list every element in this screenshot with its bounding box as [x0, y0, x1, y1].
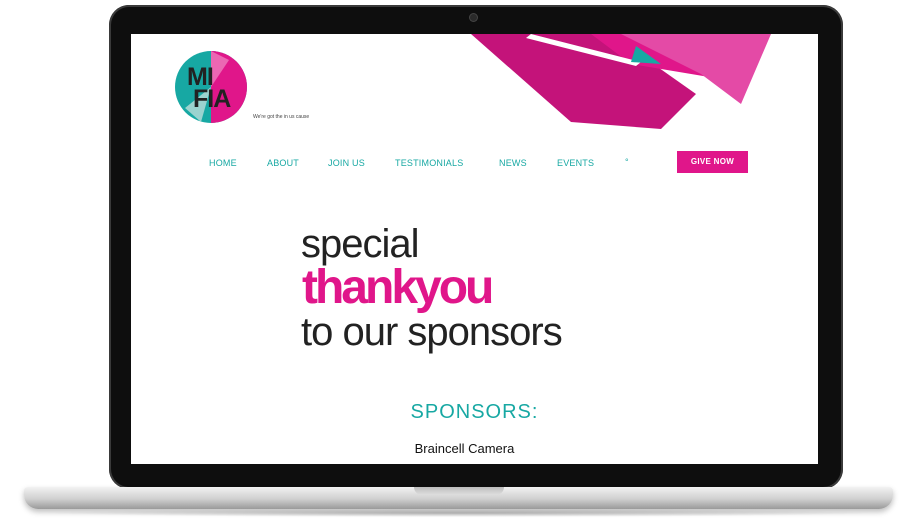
nav-testimonials[interactable]: TESTIMONIALS [395, 158, 463, 168]
mifia-logo[interactable]: MI FIA We're got the in us cause [171, 48, 309, 126]
nav-join-us[interactable]: JOIN US [328, 158, 365, 168]
nav-home[interactable]: HOME [209, 158, 237, 168]
laptop-notch [414, 487, 504, 495]
webcam-icon [470, 14, 477, 21]
nav-about[interactable]: ABOUT [267, 158, 299, 168]
sponsors-heading: SPONSORS: [410, 401, 539, 423]
give-now-button[interactable]: GIVE NOW [677, 151, 748, 173]
hero-line-sponsors: to our sponsors [301, 310, 563, 354]
sponsor-name[interactable]: Braincell Camera [131, 441, 798, 456]
nav-search-icon[interactable]: ° [625, 157, 629, 167]
decorative-shapes [471, 34, 771, 129]
laptop-shadow [40, 509, 877, 517]
logo-tagline: We're got the in us cause [253, 114, 310, 120]
nav-news[interactable]: NEWS [499, 158, 527, 168]
logo-text-fia: FIA [193, 85, 231, 113]
hero-line-thankyou: thankyou [302, 261, 494, 314]
laptop-screen: MI FIA We're got the in us cause HOME AB… [131, 34, 818, 464]
nav-events[interactable]: EVENTS [557, 158, 594, 168]
hero-line-special: special [301, 222, 420, 266]
